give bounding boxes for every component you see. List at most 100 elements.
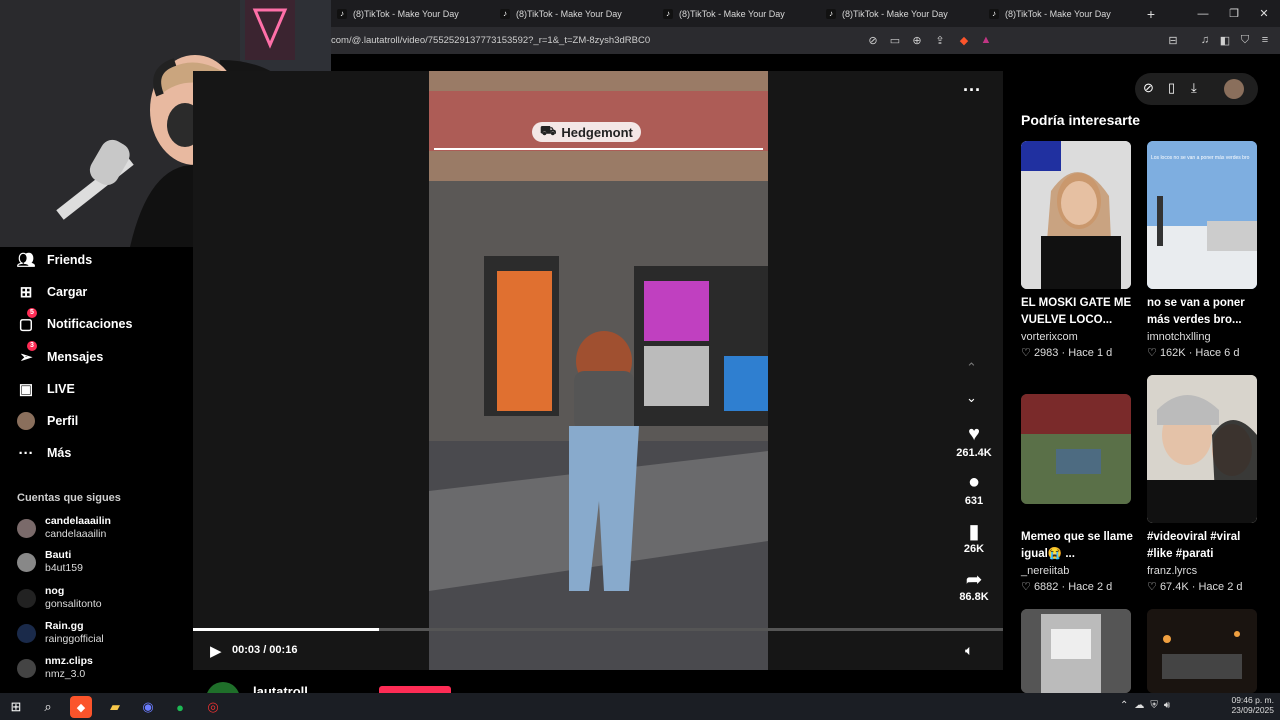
windows-start-icon[interactable]: ⊞: [5, 696, 27, 718]
rec-thumbnail[interactable]: [1147, 375, 1257, 523]
location-text: Hedgemont: [561, 124, 633, 140]
share-page-icon[interactable]: ⇪: [931, 31, 949, 49]
zoom-icon[interactable]: ⊕: [908, 31, 926, 49]
rec-author[interactable]: vorterixcom: [1021, 331, 1078, 343]
rec-age: Hace 6 d: [1195, 347, 1240, 359]
taskbar: [0, 693, 1280, 720]
menu-icon[interactable]: ≡: [1256, 31, 1274, 49]
avatar: [17, 518, 36, 538]
avatar: [17, 588, 36, 608]
rec-likes: 67.4K: [1159, 581, 1189, 593]
rec-thumbnail[interactable]: [1021, 141, 1131, 289]
close-icon[interactable]: ✕: [1249, 0, 1279, 27]
rec-thumbnail[interactable]: [1021, 394, 1131, 504]
chevron-down-icon[interactable]: ⌄: [966, 390, 977, 406]
video-scene: [429, 71, 768, 670]
rec-author[interactable]: franz.lyrcs: [1147, 565, 1197, 577]
rec-thumbnail[interactable]: [1147, 609, 1257, 693]
browser-tab[interactable]: ♪ (8)TikTok - Make Your Day: [500, 0, 622, 27]
cast-icon[interactable]: ▭: [886, 31, 904, 49]
video-frame[interactable]: [429, 71, 768, 670]
chevron-up-icon[interactable]: ⌃: [966, 360, 977, 376]
system-tray[interactable]: ⌃☁⛨🔊︎: [1120, 700, 1176, 711]
media-icon[interactable]: ♫: [1196, 31, 1214, 49]
location-label: ⛟ Hedgemont: [532, 122, 641, 142]
clock[interactable]: 09:46 p. m. 23/09/2025: [1230, 695, 1274, 715]
search-icon[interactable]: ⌕: [37, 696, 59, 718]
tiktok-icon: ♪: [826, 8, 836, 19]
share-button[interactable]: ➦ 86.8K: [953, 567, 995, 603]
play-icon[interactable]: ▶: [210, 642, 222, 660]
browser-tab[interactable]: ♪ (8)TikTok - Make Your Day: [663, 0, 785, 27]
rec-title[interactable]: #videoviral #viral #like #parati: [1147, 529, 1259, 563]
obs-icon[interactable]: ◎: [202, 696, 224, 718]
minimize-icon[interactable]: —: [1188, 0, 1218, 27]
browser-tab[interactable]: ♪ (8)TikTok - Make Your Day: [989, 0, 1111, 27]
spotify-icon[interactable]: ●: [169, 696, 191, 718]
sidebar-item-messages[interactable]: ➢ 3 Mensajes: [17, 341, 103, 368]
phone-icon[interactable]: ▯: [1168, 80, 1175, 96]
like-button[interactable]: ♥ 261.4K: [953, 423, 995, 459]
share-icon: ➦: [965, 569, 983, 591]
time-display: 00:03 / 00:16: [232, 644, 298, 656]
tab-title: (8)TikTok - Make Your Day: [842, 8, 948, 19]
thumb-image: [1147, 141, 1257, 289]
more-icon: ···: [18, 444, 34, 462]
folder-icon[interactable]: ▰: [104, 696, 126, 718]
sidebar-item-live[interactable]: ▣ LIVE: [17, 378, 75, 400]
vpn-icon[interactable]: ⛉: [1236, 31, 1254, 49]
download-icon[interactable]: ⤓: [1191, 80, 1197, 96]
following-title: Cuentas que sigues: [17, 492, 121, 504]
sidebar-item-friends[interactable]: 👥︎ Friends: [16, 249, 92, 271]
comment-button[interactable]: ● 631: [953, 471, 995, 507]
sidebar-item-upload[interactable]: ⊞ Cargar: [17, 281, 88, 303]
thumb-image: [1021, 609, 1131, 693]
bookmark-button[interactable]: ▮ 26K: [953, 519, 995, 555]
following-name: nog: [45, 585, 65, 597]
rec-age: Hace 2 d: [1068, 581, 1113, 593]
rec-title[interactable]: no se van a poner más verdes bro...: [1147, 295, 1259, 329]
avatar[interactable]: [1224, 79, 1244, 99]
browser-tab[interactable]: ♪ (8)TikTok - Make Your Day: [337, 0, 459, 27]
translate-icon[interactable]: ⊘: [864, 31, 882, 49]
rec-author[interactable]: imnotchxlling: [1147, 331, 1211, 343]
tiktok-icon: ♪: [500, 8, 510, 19]
volume-icon[interactable]: 🔈︎: [965, 642, 973, 659]
reader-icon[interactable]: ⊟: [1164, 31, 1182, 49]
sidebar-item-more[interactable]: ··· Más: [17, 442, 72, 464]
more-options-icon[interactable]: ···: [963, 80, 981, 101]
url-input[interactable]: com/@.lautatroll/video/75525291377731535…: [331, 27, 650, 54]
rec-title[interactable]: Memeo que se llame igual😭 ...: [1021, 529, 1133, 563]
sidebar-item-label: Más: [47, 446, 72, 460]
sidebar-item-profile[interactable]: Perfil: [17, 410, 78, 432]
following-item[interactable]: nog gonsalitonto: [17, 585, 102, 611]
rec-thumbnail[interactable]: Los locos no se van a poner más verdes b…: [1147, 141, 1257, 289]
tab-title: (8)TikTok - Make Your Day: [679, 8, 785, 19]
rec-meta: ♡ 6882 · Hace 2 d: [1021, 581, 1113, 593]
message-badge: 3: [27, 341, 37, 351]
heart-outline-icon: ♡: [1021, 347, 1031, 359]
like-count: 261.4K: [956, 447, 992, 459]
following-item[interactable]: Rain.gg rainggofficial: [17, 620, 104, 646]
discord-icon[interactable]: ◉: [137, 696, 159, 718]
sidebar-toggle-icon[interactable]: ◧: [1216, 31, 1234, 49]
rec-author[interactable]: _nereiitab: [1021, 565, 1069, 577]
rec-title[interactable]: EL MOSKI GATE ME VUELVE LOCO...: [1021, 295, 1133, 329]
share-count: 86.8K: [959, 591, 989, 603]
rec-thumbnail[interactable]: [1021, 609, 1131, 693]
following-item[interactable]: nmz.clips nmz_3.0: [17, 655, 93, 681]
browser-tab[interactable]: ♪ (8)TikTok - Make Your Day: [826, 0, 948, 27]
following-item[interactable]: candelaaailin candelaaailin: [17, 515, 111, 541]
new-tab-button[interactable]: +: [1136, 0, 1166, 27]
sidebar-item-notifications[interactable]: ▢ 5 Notificaciones: [17, 308, 132, 335]
inbox-icon: ▢ 5: [17, 308, 37, 333]
brave-shield-icon[interactable]: ◆: [955, 31, 973, 49]
compass-icon[interactable]: ⊘: [1143, 80, 1154, 96]
following-item[interactable]: Bauti b4ut159: [17, 549, 83, 575]
restore-icon[interactable]: ❐: [1219, 0, 1249, 27]
avatar: [17, 552, 36, 572]
heart-outline-icon: ♡: [1147, 347, 1157, 359]
brave-rewards-icon[interactable]: ▲: [977, 31, 995, 49]
brave-icon[interactable]: ◆: [70, 696, 92, 718]
thumb-image: [1021, 141, 1131, 289]
